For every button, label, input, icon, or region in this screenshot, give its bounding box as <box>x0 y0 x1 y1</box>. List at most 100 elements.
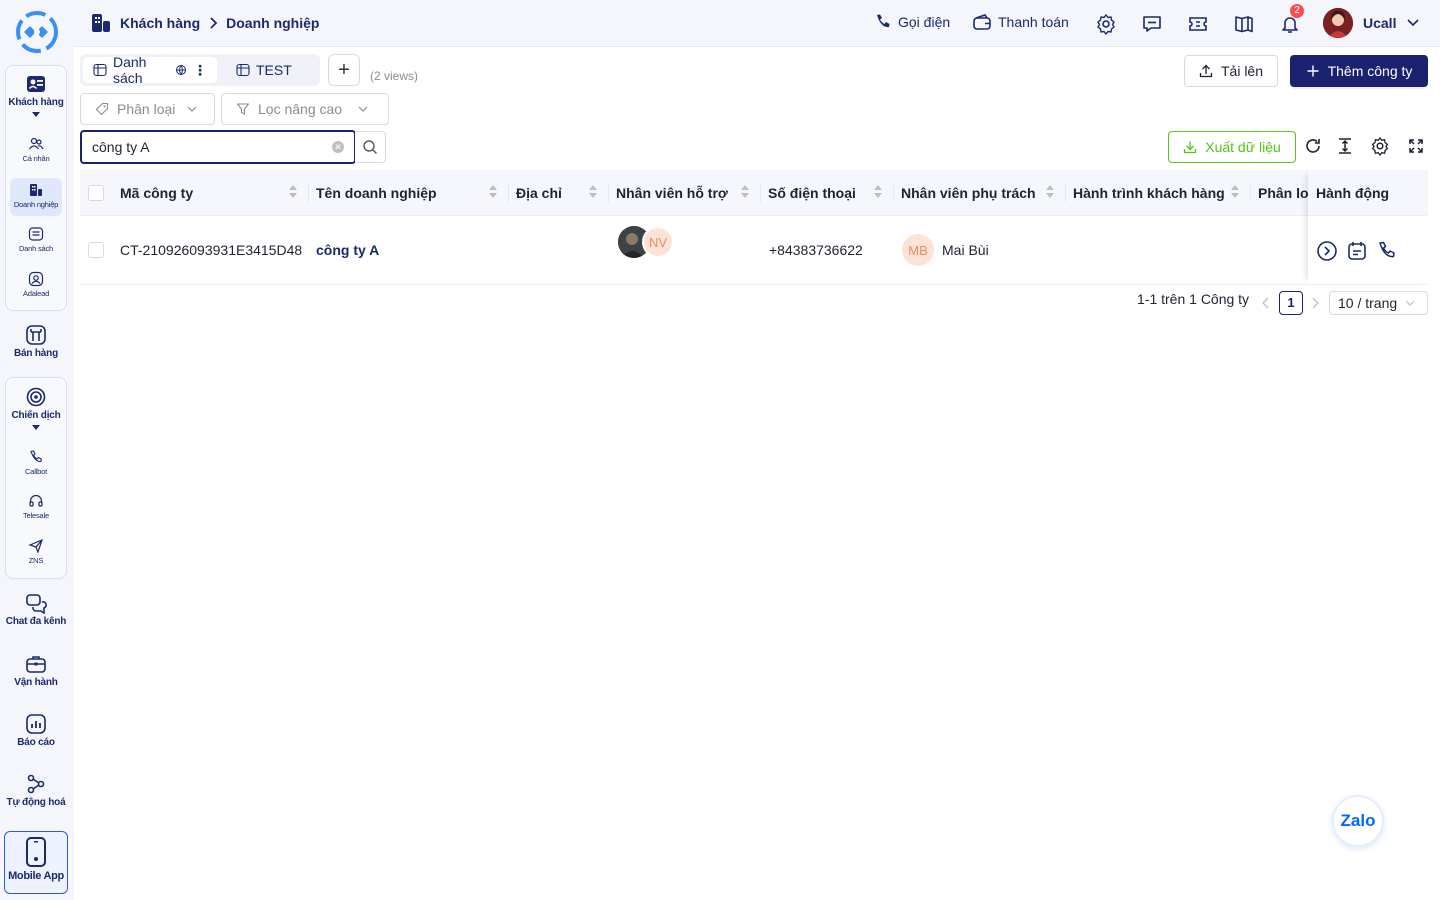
nav-omnichannel-chat[interactable]: Chat đa kênh <box>0 592 72 627</box>
settings-gear-icon[interactable] <box>1095 13 1117 35</box>
search-input[interactable] <box>92 139 322 155</box>
sort-icon[interactable] <box>873 185 883 201</box>
nav-sub-telesale[interactable]: Telesale <box>10 493 62 527</box>
more-vertical-icon[interactable]: ⋮ <box>193 62 207 79</box>
col-category[interactable]: Phân loại <box>1258 170 1308 216</box>
cell-company-code: CT-210926093931E3415D48 <box>120 242 303 258</box>
nav-reports[interactable]: Báo cáo <box>0 713 72 748</box>
column-divider <box>308 184 309 202</box>
avatar <box>1323 8 1353 38</box>
sort-icon[interactable] <box>1045 185 1055 201</box>
open-detail-icon[interactable] <box>1316 240 1338 262</box>
category-filter-label: Phân loại <box>117 101 176 117</box>
sort-icon[interactable] <box>740 185 750 201</box>
select-all-checkbox[interactable] <box>88 185 104 201</box>
message-icon[interactable] <box>1141 13 1163 35</box>
calendar-icon[interactable] <box>1346 240 1368 262</box>
actions-column <box>1308 170 1428 285</box>
search-button[interactable] <box>355 131 386 163</box>
col-company-name[interactable]: Tên doanh nghiệp <box>316 170 486 216</box>
row-height-icon[interactable] <box>1335 136 1355 156</box>
breadcrumb-customers[interactable]: Khách hàng <box>120 15 200 31</box>
ticket-icon[interactable] <box>1187 13 1209 35</box>
sort-icon[interactable] <box>488 185 498 201</box>
nav-sub-business-label: Doanh nghiệp <box>13 200 59 209</box>
nav-customers[interactable]: Khách hàng <box>0 73 72 117</box>
fullscreen-icon[interactable] <box>1406 136 1426 156</box>
column-divider <box>1065 184 1066 202</box>
row-checkbox[interactable] <box>88 242 104 258</box>
globe-icon <box>175 64 187 76</box>
nav-sales[interactable]: Bán hàng <box>0 324 72 359</box>
tab-test-label: TEST <box>256 62 292 78</box>
col-customer-journey[interactable]: Hành trình khách hàng <box>1073 170 1225 216</box>
tab-test[interactable]: TEST <box>226 57 302 83</box>
bell-icon[interactable]: 2 <box>1279 4 1304 35</box>
phone-icon[interactable] <box>1376 240 1398 262</box>
cell-phone: +84383736622 <box>769 242 863 258</box>
add-company-button[interactable]: Thêm công ty <box>1290 55 1428 87</box>
user-name: Ucall <box>1363 15 1397 31</box>
clear-icon[interactable]: ✕ <box>332 141 344 153</box>
chevron-down-icon <box>32 425 40 430</box>
upload-icon <box>1199 64 1213 78</box>
adalead-icon <box>28 271 44 287</box>
nav-sub-adalead[interactable]: Adalead <box>10 271 62 305</box>
call-button[interactable]: Gọi điện <box>874 13 950 31</box>
upload-label: Tải lên <box>1220 63 1264 79</box>
funnel-icon <box>236 102 250 116</box>
export-label: Xuất dữ liệu <box>1205 139 1281 155</box>
nav-sub-list[interactable]: Danh sách <box>10 226 62 260</box>
sort-icon[interactable] <box>1230 185 1240 201</box>
nav-sub-callbot[interactable]: Callbot <box>10 449 62 483</box>
page-size-select[interactable]: 10 / trang <box>1329 291 1428 315</box>
mobile-app-label: Mobile App <box>8 870 64 882</box>
users-icon <box>28 136 44 152</box>
col-owner[interactable]: Nhân viên phụ trách <box>901 170 1045 216</box>
phone-icon <box>874 13 892 31</box>
chevron-left-icon[interactable] <box>1261 297 1271 309</box>
column-divider <box>608 184 609 202</box>
add-view-button[interactable]: + <box>328 54 360 86</box>
col-address[interactable]: Địa chỉ <box>516 170 586 216</box>
nav-sub-business[interactable]: Doanh nghiệp <box>10 178 62 216</box>
app-logo-icon[interactable] <box>14 11 60 53</box>
cell-company-name[interactable]: công ty A <box>316 216 379 284</box>
phone-icon <box>28 449 44 465</box>
tab-list[interactable]: Danh sách ⋮ <box>83 54 217 86</box>
payment-button[interactable]: Thanh toán <box>972 13 1069 31</box>
chevron-right-icon[interactable] <box>1310 297 1320 309</box>
category-filter[interactable]: Phân loại <box>80 93 215 125</box>
mobile-app-button[interactable]: Mobile App <box>4 831 68 894</box>
export-button[interactable]: Xuất dữ liệu <box>1168 131 1296 163</box>
tag-icon <box>95 102 109 116</box>
zalo-chat-button[interactable]: Zalo <box>1332 795 1384 847</box>
advanced-filter-label: Lọc nâng cao <box>258 101 343 117</box>
user-menu[interactable]: Ucall <box>1323 8 1420 38</box>
refresh-icon[interactable] <box>1303 136 1323 156</box>
chevron-down-icon <box>1406 18 1420 28</box>
col-company-code[interactable]: Mã công ty <box>120 170 290 216</box>
views-count: (2 views) <box>370 69 419 83</box>
breadcrumb: Khách hàng Doanh nghiệp <box>90 12 319 34</box>
nav-sales-label: Bán hàng <box>14 348 58 359</box>
column-divider <box>893 184 894 202</box>
upload-button[interactable]: Tải lên <box>1184 55 1278 87</box>
nav-operations[interactable]: Vận hành <box>0 653 72 688</box>
breadcrumb-business: Doanh nghiệp <box>226 15 320 31</box>
table-row[interactable]: CT-210926093931E3415D48 công ty A NV +84… <box>80 216 1428 285</box>
page-current[interactable]: 1 <box>1279 291 1303 315</box>
col-phone[interactable]: Số điện thoại <box>768 170 874 216</box>
advanced-filter[interactable]: Lọc nâng cao <box>221 93 389 125</box>
sort-icon[interactable] <box>288 185 298 201</box>
nav-campaigns[interactable]: Chiến dịch <box>0 386 72 430</box>
book-icon[interactable] <box>1233 13 1255 35</box>
payment-label: Thanh toán <box>998 14 1069 30</box>
nav-sub-zns[interactable]: ZNS <box>10 538 62 572</box>
sort-icon[interactable] <box>588 185 598 201</box>
nav-sub-individual[interactable]: Cá nhân <box>10 136 62 170</box>
nav-automation[interactable]: Tự động hoá <box>0 773 72 808</box>
table-view-icon <box>93 63 107 77</box>
column-settings-icon[interactable] <box>1370 136 1390 156</box>
nav-sub-list-label: Danh sách <box>18 244 54 253</box>
